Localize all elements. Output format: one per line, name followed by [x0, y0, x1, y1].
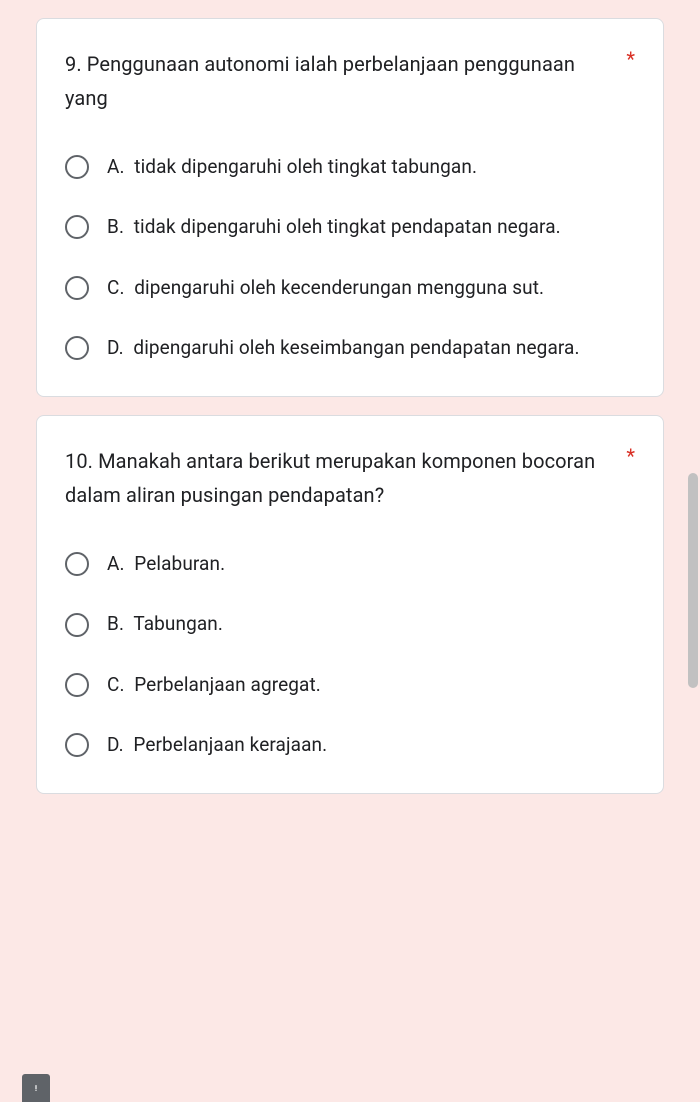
option-label: D. Perbelanjaan kerajaan. — [107, 729, 327, 761]
option-item-c[interactable]: C. Perbelanjaan agregat. — [65, 669, 635, 701]
option-item-c[interactable]: C. dipengaruhi oleh kecenderungan menggu… — [65, 272, 635, 304]
option-letter: A. — [107, 552, 125, 575]
option-item-d[interactable]: D. dipengaruhi oleh keseimbangan pendapa… — [65, 332, 635, 364]
option-text: dipengaruhi oleh kecenderungan mengguna … — [134, 276, 544, 299]
scrollbar-track[interactable] — [686, 18, 700, 1102]
option-letter: A. — [107, 155, 125, 178]
radio-icon — [65, 673, 89, 697]
question-text: 10. Manakah antara berikut merupakan kom… — [65, 444, 618, 512]
option-text: Pelaburan. — [134, 552, 225, 575]
question-body: Manakah antara berikut merupakan kompone… — [65, 449, 595, 507]
option-text: Perbelanjaan agregat. — [134, 673, 321, 696]
radio-icon — [65, 552, 89, 576]
option-item-a[interactable]: A. tidak dipengaruhi oleh tingkat tabung… — [65, 151, 635, 183]
option-item-b[interactable]: B. tidak dipengaruhi oleh tingkat pendap… — [65, 211, 635, 243]
question-card-9: 9. Penggunaan autonomi ialah perbelanjaa… — [36, 18, 664, 397]
question-card-10: 10. Manakah antara berikut merupakan kom… — [36, 415, 664, 794]
option-label: D. dipengaruhi oleh keseimbangan pendapa… — [107, 332, 580, 364]
radio-icon — [65, 613, 89, 637]
option-text: tidak dipengaruhi oleh tingkat tabungan. — [134, 155, 477, 178]
radio-icon — [65, 336, 89, 360]
option-label: C. Perbelanjaan agregat. — [107, 669, 321, 701]
option-letter: C. — [107, 276, 125, 299]
option-label: B. tidak dipengaruhi oleh tingkat pendap… — [107, 211, 561, 243]
radio-icon — [65, 215, 89, 239]
option-letter: C. — [107, 673, 125, 696]
option-letter: D. — [107, 336, 124, 359]
exclamation-icon — [29, 1081, 43, 1095]
option-label: B. Tabungan. — [107, 608, 223, 640]
option-item-a[interactable]: A. Pelaburan. — [65, 548, 635, 580]
radio-icon — [65, 733, 89, 757]
required-indicator: * — [626, 444, 635, 468]
radio-icon — [65, 276, 89, 300]
radio-icon — [65, 155, 89, 179]
options-list: A. Pelaburan. B. Tabungan. C. Perbelanja… — [65, 548, 635, 761]
question-body: Penggunaan autonomi ialah perbelanjaan p… — [65, 52, 575, 110]
option-label: A. Pelaburan. — [107, 548, 225, 580]
form-container: 9. Penggunaan autonomi ialah perbelanjaa… — [0, 18, 700, 794]
question-header: 10. Manakah antara berikut merupakan kom… — [65, 444, 635, 512]
option-text: Tabungan. — [133, 612, 223, 635]
question-number: 9. — [65, 52, 82, 76]
required-indicator: * — [626, 47, 635, 71]
options-list: A. tidak dipengaruhi oleh tingkat tabung… — [65, 151, 635, 364]
scrollbar-thumb[interactable] — [688, 473, 698, 688]
question-number: 10. — [65, 449, 93, 473]
question-header: 9. Penggunaan autonomi ialah perbelanjaa… — [65, 47, 635, 115]
option-text: Perbelanjaan kerajaan. — [133, 733, 327, 756]
option-item-d[interactable]: D. Perbelanjaan kerajaan. — [65, 729, 635, 761]
option-letter: D. — [107, 733, 124, 756]
option-letter: B. — [107, 215, 124, 238]
question-text: 9. Penggunaan autonomi ialah perbelanjaa… — [65, 47, 618, 115]
option-letter: B. — [107, 612, 124, 635]
option-text: tidak dipengaruhi oleh tingkat pendapata… — [134, 215, 561, 238]
option-label: A. tidak dipengaruhi oleh tingkat tabung… — [107, 151, 477, 183]
option-label: C. dipengaruhi oleh kecenderungan menggu… — [107, 272, 544, 304]
report-button[interactable] — [22, 1074, 50, 1102]
option-text: dipengaruhi oleh keseimbangan pendapatan… — [133, 336, 579, 359]
option-item-b[interactable]: B. Tabungan. — [65, 608, 635, 640]
